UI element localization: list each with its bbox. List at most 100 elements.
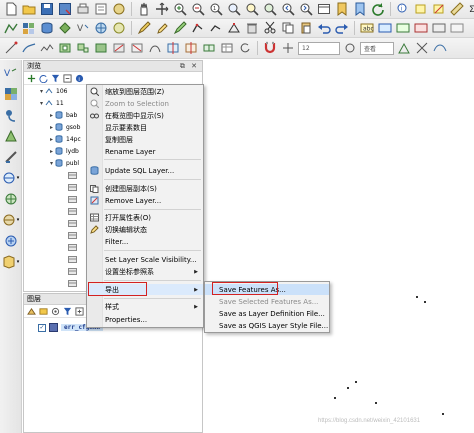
print-layout-icon[interactable] [75, 1, 91, 17]
add-wfs-side-icon[interactable] [2, 232, 20, 249]
table-item[interactable] [68, 181, 80, 193]
menu-toggle-editing[interactable]: 切换编辑状态 [87, 224, 203, 235]
style-manager-icon[interactable] [111, 1, 127, 17]
menu-save-selected-features-as[interactable]: Save Selected Features As... [205, 296, 329, 307]
rotate-label-icon[interactable] [431, 20, 447, 36]
menu-duplicate-layer[interactable]: 复制图层 [87, 134, 203, 145]
show-labels-icon[interactable] [395, 20, 411, 36]
table-item[interactable] [68, 277, 80, 289]
add-wcs-side-icon[interactable]: ▾ [2, 211, 20, 228]
label-tool-icon[interactable]: abc [359, 20, 375, 36]
add-delimited-text-icon[interactable]: V [75, 20, 91, 36]
add-spatialite-side-icon[interactable] [2, 127, 20, 144]
delete-ring-icon[interactable] [111, 40, 127, 56]
menu-rename-layer[interactable]: Rename Layer [87, 146, 203, 157]
menu-show-in-overview[interactable]: 在概览图中显示(S) [87, 110, 203, 121]
reshape-icon[interactable] [147, 40, 163, 56]
menu-filter[interactable]: Filter... [87, 236, 203, 247]
add-raster-layer-icon[interactable] [21, 20, 37, 36]
delete-part-icon[interactable] [129, 40, 145, 56]
statistics-icon[interactable]: Σ [467, 1, 474, 17]
expand-arrow-icon[interactable]: ▾ [38, 88, 45, 95]
zoom-next-icon[interactable] [298, 1, 314, 17]
show-bookmarks-icon[interactable] [352, 1, 368, 17]
pin-labels-icon[interactable] [377, 20, 393, 36]
refresh-browser-icon[interactable] [39, 74, 48, 83]
add-mssql-side-icon[interactable] [2, 148, 20, 165]
simplify-icon[interactable] [39, 40, 55, 56]
snapping-icon[interactable] [3, 40, 19, 56]
merge-features-icon[interactable] [201, 40, 217, 56]
bookmark-icon[interactable] [334, 1, 350, 17]
add-spatialite-icon[interactable] [57, 20, 73, 36]
menu-update-sql-layer[interactable]: Update SQL Layer... [87, 165, 203, 176]
identify-icon[interactable]: i [395, 1, 411, 17]
tracing-icon[interactable] [432, 40, 448, 56]
expand-arrow-icon[interactable]: ▸ [48, 112, 55, 119]
add-part-icon[interactable] [75, 40, 91, 56]
new-map-view-icon[interactable] [316, 1, 332, 17]
merge-attributes-icon[interactable] [219, 40, 235, 56]
refresh-icon[interactable] [370, 1, 386, 17]
filter-legend-icon[interactable] [63, 307, 72, 316]
current-edits-icon[interactable] [136, 20, 152, 36]
menu-styles[interactable]: 样式 ▶ [87, 301, 203, 312]
table-item[interactable] [68, 193, 80, 205]
offset-curve-icon[interactable] [21, 40, 37, 56]
cut-features-icon[interactable] [262, 20, 278, 36]
new-shapefile-side-icon[interactable]: ▾ [2, 253, 20, 270]
menu-zoom-to-layer[interactable]: 缩放到图层范围(Z) [87, 86, 203, 97]
add-wms-side-icon[interactable] [2, 190, 20, 207]
scale-combo[interactable]: 12 [298, 41, 340, 55]
save-project-icon[interactable] [39, 1, 55, 17]
redo-icon[interactable] [334, 20, 350, 36]
toggle-editing-icon[interactable] [154, 20, 170, 36]
zoom-out-icon[interactable] [190, 1, 206, 17]
topological-editing-icon[interactable] [396, 40, 412, 56]
table-item[interactable] [68, 229, 80, 241]
menu-show-feature-count[interactable]: 显示要素数目 [87, 122, 203, 133]
move-feature-icon[interactable] [208, 20, 224, 36]
tree-item[interactable]: ▸ lydb [48, 145, 79, 157]
add-vector-layer-side-icon[interactable]: V [2, 64, 20, 81]
render-combo[interactable]: 查看 [360, 41, 394, 55]
zoom-last-icon[interactable] [280, 1, 296, 17]
table-item[interactable] [68, 265, 80, 277]
menu-set-crs[interactable]: 设置坐标参照系 ▶ [87, 266, 203, 277]
add-ring-icon[interactable] [57, 40, 73, 56]
tree-item[interactable]: ▾ publ [48, 157, 79, 169]
measure-icon[interactable] [449, 1, 465, 17]
table-item[interactable] [68, 217, 80, 229]
change-label-icon[interactable] [449, 20, 465, 36]
deselect-icon[interactable] [431, 1, 447, 17]
delete-selected-icon[interactable] [244, 20, 260, 36]
snap-config-icon[interactable] [280, 40, 296, 56]
filter-browser-icon[interactable] [51, 74, 60, 83]
split-parts-icon[interactable] [183, 40, 199, 56]
expand-arrow-icon[interactable]: ▾ [48, 160, 55, 167]
pan-hand-icon[interactable] [136, 1, 152, 17]
table-item[interactable] [68, 253, 80, 265]
zoom-to-selection-icon[interactable] [244, 1, 260, 17]
menu-set-scale-visibility[interactable]: Set Layer Scale Visibility... [87, 254, 203, 265]
layer-style-icon[interactable] [27, 307, 36, 316]
add-selected-icon[interactable] [27, 74, 36, 83]
add-vector-layer-icon[interactable] [3, 20, 19, 36]
expand-all-icon[interactable] [75, 306, 84, 316]
table-item[interactable] [68, 169, 80, 181]
zoom-native-icon[interactable]: 1 [208, 1, 224, 17]
expand-arrow-icon[interactable]: ▸ [48, 124, 55, 131]
add-postgis-layer-icon[interactable] [39, 20, 55, 36]
zoom-to-layer-icon[interactable] [262, 1, 278, 17]
open-project-icon[interactable] [21, 1, 37, 17]
add-wcs-layer-icon[interactable] [111, 20, 127, 36]
menu-open-attribute-table[interactable]: 打开属性表(O) [87, 212, 203, 223]
fill-ring-icon[interactable] [93, 40, 109, 56]
expand-arrow-icon[interactable]: ▸ [48, 136, 55, 143]
table-item[interactable] [68, 205, 80, 217]
layer-visibility-checkbox[interactable]: ✓ [38, 323, 46, 332]
manage-map-themes-icon[interactable] [51, 307, 60, 316]
zoom-full-icon[interactable] [226, 1, 242, 17]
new-project-icon[interactable] [3, 1, 19, 17]
tree-item[interactable]: ▾ 106 [38, 85, 67, 97]
